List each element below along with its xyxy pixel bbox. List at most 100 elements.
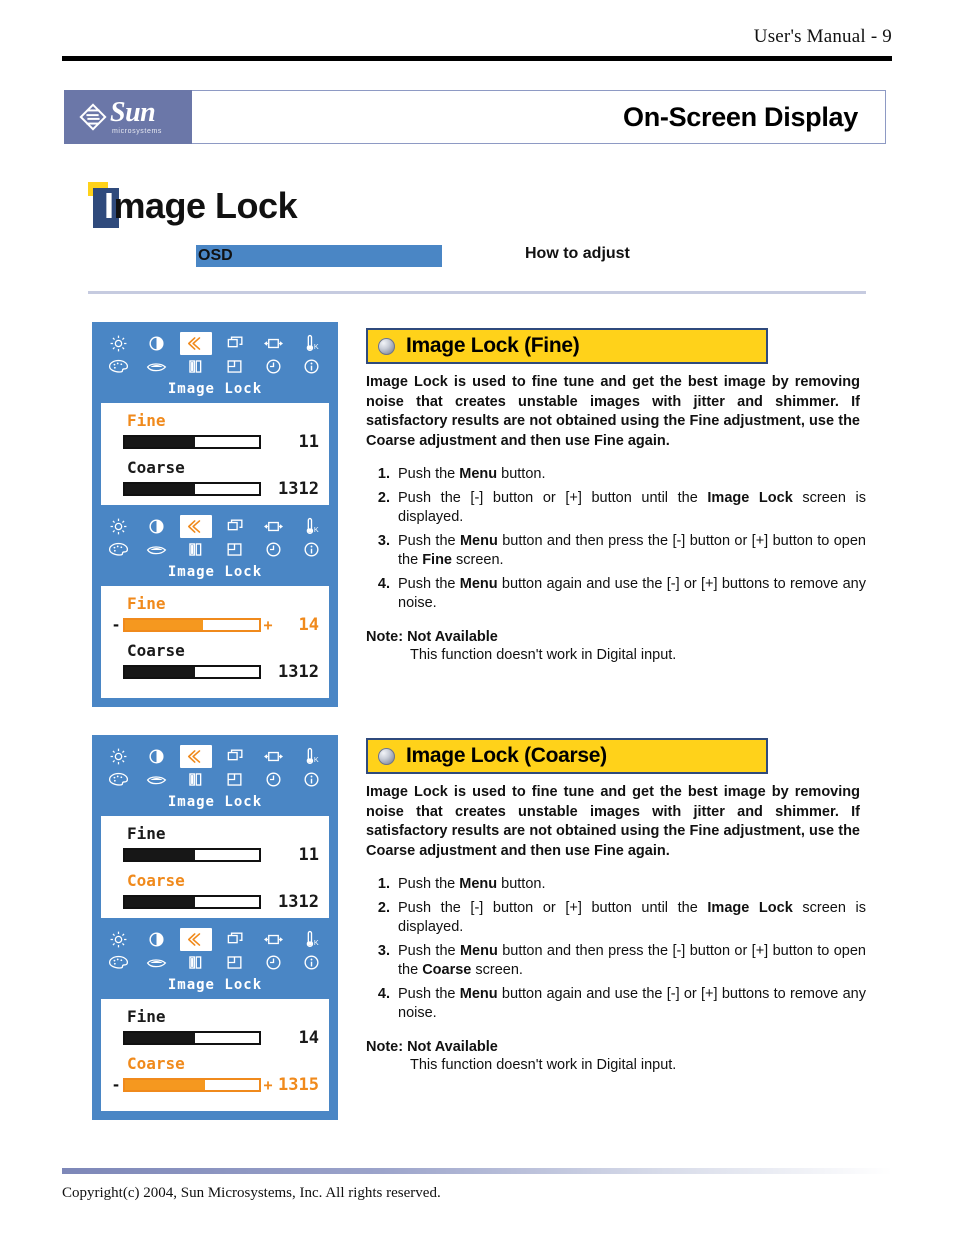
osd-decrement-marker: - xyxy=(109,895,123,909)
osd-control-coarse: Coarse - + 1312 xyxy=(109,871,321,913)
gamma-icon[interactable] xyxy=(142,356,172,377)
brightness-icon[interactable] xyxy=(103,929,133,950)
image-lock-icon[interactable] xyxy=(179,928,212,951)
color-temp-icon[interactable]: K xyxy=(297,746,327,767)
gamma-icon[interactable] xyxy=(142,769,172,790)
color-temp-icon[interactable]: K xyxy=(297,929,327,950)
timer-icon[interactable] xyxy=(258,952,288,973)
image-lock-icon[interactable] xyxy=(179,515,212,538)
note-body: This function doesn't work in Digital in… xyxy=(410,647,677,663)
information-icon[interactable] xyxy=(297,539,327,560)
position-icon[interactable] xyxy=(220,746,250,767)
image-lock-bars-icon[interactable] xyxy=(181,952,211,973)
osd-icon-row-1: K xyxy=(103,515,327,538)
information-icon[interactable] xyxy=(297,356,327,377)
osd-slider-fine[interactable] xyxy=(123,435,261,449)
note-body: This function doesn't work in Digital in… xyxy=(410,1057,677,1073)
osd-position-icon[interactable] xyxy=(219,539,249,560)
osd-increment-marker[interactable]: + xyxy=(261,618,275,633)
osd-icon-row-2 xyxy=(103,768,327,791)
image-lock-bars-icon[interactable] xyxy=(181,539,211,560)
osd-position-icon[interactable] xyxy=(219,952,249,973)
section-description: Image Lock is used to fine tune and get … xyxy=(366,784,860,859)
image-lock-bars-icon[interactable] xyxy=(181,356,211,377)
position-icon[interactable] xyxy=(220,333,250,354)
osd-increment-marker[interactable]: + xyxy=(261,1078,275,1093)
osd-slider-coarse[interactable] xyxy=(123,1078,261,1092)
step-number: 3. xyxy=(377,943,390,959)
timer-icon[interactable] xyxy=(258,356,288,377)
step-text: Push the Menu button and then press the … xyxy=(398,533,866,568)
osd-icon-row-1: K xyxy=(103,745,327,768)
osd-icon-menu: K xyxy=(94,324,336,380)
osd-control-coarse: Coarse - + 1312 xyxy=(109,458,321,500)
contrast-icon[interactable] xyxy=(141,746,171,767)
osd-control-fine: Fine - + 11 xyxy=(109,824,321,866)
gamma-icon[interactable] xyxy=(142,952,172,973)
step-text: Push the Menu button again and use the [… xyxy=(398,576,867,611)
color-temp-icon[interactable]: K xyxy=(297,516,327,537)
image-lock-bars-icon[interactable] xyxy=(181,769,211,790)
osd-decrement-marker: - xyxy=(109,1031,123,1045)
step-number: 4. xyxy=(377,986,390,1002)
manual-page-label: User's Manual - 9 xyxy=(753,26,892,47)
osd-control-label-coarse: Coarse xyxy=(127,641,185,660)
step-number: 1. xyxy=(377,466,390,482)
osd-control-label-fine: Fine xyxy=(127,411,166,430)
size-icon[interactable] xyxy=(259,333,289,354)
image-lock-icon[interactable] xyxy=(179,745,212,768)
osd-control-label-fine: Fine xyxy=(127,1007,166,1026)
osd-slider-coarse[interactable] xyxy=(123,665,261,679)
contrast-icon[interactable] xyxy=(141,929,171,950)
brightness-icon[interactable] xyxy=(103,516,133,537)
instruction-step: 4. Push the Menu button again and use th… xyxy=(366,575,866,613)
osd-icon-row-1: K xyxy=(103,332,327,355)
osd-slider-fine[interactable] xyxy=(123,848,261,862)
osd-decrement-marker[interactable]: - xyxy=(109,1078,123,1093)
osd-decrement-marker[interactable]: - xyxy=(109,618,123,633)
contrast-icon[interactable] xyxy=(141,333,171,354)
gamma-icon[interactable] xyxy=(142,539,172,560)
position-icon[interactable] xyxy=(220,929,250,950)
color-palette-icon[interactable] xyxy=(103,769,133,790)
header-rule xyxy=(62,56,892,61)
size-icon[interactable] xyxy=(259,929,289,950)
instruction-step: 1. Push the Menu button. xyxy=(366,875,866,894)
osd-value-coarse: 1315 xyxy=(278,1075,319,1095)
osd-screen-image-lock-coarse-idle: K Image Lock Fine - + 11 Coarse - + 1312 xyxy=(92,735,338,937)
section-banner-title: Image Lock (Coarse) xyxy=(406,744,607,767)
color-palette-icon[interactable] xyxy=(103,539,133,560)
osd-slider-coarse[interactable] xyxy=(123,895,261,909)
osd-position-icon[interactable] xyxy=(219,769,249,790)
size-icon[interactable] xyxy=(259,746,289,767)
position-icon[interactable] xyxy=(220,516,250,537)
instruction-section-1: Image Lock (Fine) Image Lock is used to … xyxy=(366,328,866,663)
osd-position-icon[interactable] xyxy=(219,356,249,377)
color-palette-icon[interactable] xyxy=(103,952,133,973)
timer-icon[interactable] xyxy=(258,769,288,790)
osd-icon-menu: K xyxy=(94,737,336,793)
footer-divider xyxy=(62,1168,892,1174)
color-temp-icon[interactable]: K xyxy=(297,333,327,354)
section-banner-title: Image Lock (Fine) xyxy=(406,334,580,357)
osd-slider-fine[interactable] xyxy=(123,1031,261,1045)
image-lock-icon[interactable] xyxy=(179,332,212,355)
brightness-icon[interactable] xyxy=(103,333,133,354)
osd-slider-fine[interactable] xyxy=(123,618,261,632)
color-palette-icon[interactable] xyxy=(103,356,133,377)
contrast-icon[interactable] xyxy=(141,516,171,537)
osd-icon-row-2 xyxy=(103,951,327,974)
information-icon[interactable] xyxy=(297,952,327,973)
osd-value-fine: 11 xyxy=(298,432,319,452)
timer-icon[interactable] xyxy=(258,539,288,560)
size-icon[interactable] xyxy=(259,516,289,537)
information-icon[interactable] xyxy=(297,769,327,790)
step-text: Push the Menu button. xyxy=(398,466,546,482)
brightness-icon[interactable] xyxy=(103,746,133,767)
osd-control-label-coarse: Coarse xyxy=(127,871,185,890)
osd-decrement-marker: - xyxy=(109,665,123,679)
step-text: Push the [-] button or [+] button until … xyxy=(398,490,866,525)
osd-decrement-marker: - xyxy=(109,848,123,862)
osd-icon-row-1: K xyxy=(103,928,327,951)
osd-slider-coarse[interactable] xyxy=(123,482,261,496)
